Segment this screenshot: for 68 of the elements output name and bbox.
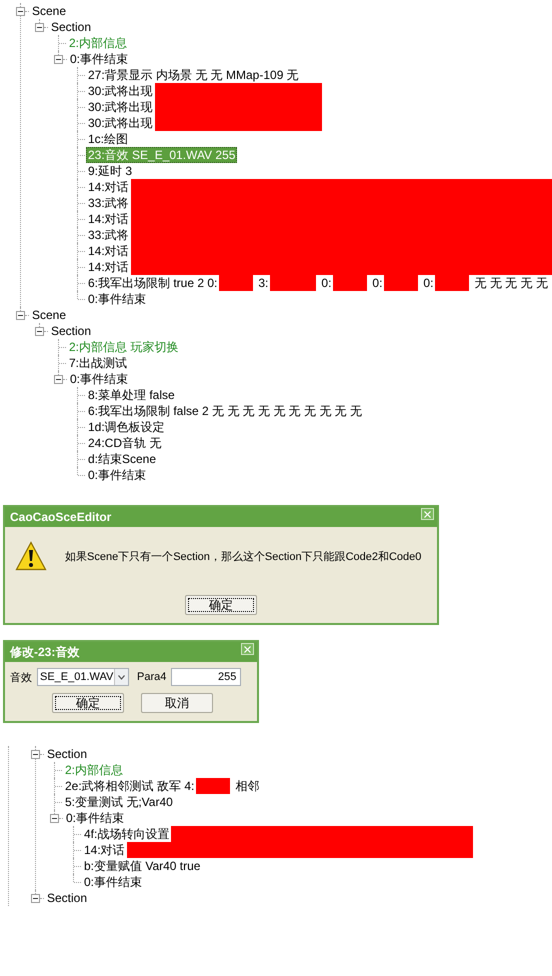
- tree-item[interactable]: 0:事件结束: [68, 51, 130, 67]
- tree-item[interactable]: 6:我军出场限制 true 2 0:: [86, 275, 220, 291]
- tree-item[interactable]: Section: [45, 746, 90, 762]
- dialog-title: 修改-23:音效: [10, 644, 80, 660]
- tree-item[interactable]: 0:: [319, 275, 334, 291]
- tree-item[interactable]: 0:: [421, 275, 436, 291]
- tree-item[interactable]: 24:CD音轨 无: [86, 435, 164, 451]
- dialog-message: 如果Scene下只有一个Section，那么这个Section下只能跟Code2和Code0: [65, 550, 422, 564]
- dropdown-field[interactable]: SE_E_01.WAV: [37, 668, 129, 686]
- input-field[interactable]: 255: [171, 668, 242, 686]
- tree-item[interactable]: 2:内部信息: [63, 762, 126, 778]
- tree-item[interactable]: 2:内部信息 玩家切换: [67, 339, 180, 355]
- tree-item[interactable]: 33:武将: [86, 227, 131, 243]
- tree-item[interactable]: 30:武将出现: [86, 99, 155, 115]
- tree-item[interactable]: 5:变量测试 无;Var40: [63, 794, 175, 810]
- tree-item[interactable]: 9:延时 3: [86, 163, 134, 179]
- tree-item[interactable]: 14:对话: [86, 259, 131, 275]
- tree-item[interactable]: 2e:武将相邻测试 敌军 4:: [63, 778, 196, 794]
- tree-item[interactable]: 33:武将: [86, 195, 131, 211]
- tree-item[interactable]: 0:事件结束: [82, 874, 144, 890]
- tree-item[interactable]: 8:菜单处理 false: [86, 387, 177, 403]
- tree-item[interactable]: 1c:绘图: [86, 131, 130, 147]
- collapse-icon[interactable]: [54, 374, 63, 384]
- tree-item[interactable]: 1d:调色板设定: [86, 419, 167, 435]
- caret-icon: [118, 674, 125, 680]
- dialog-button[interactable]: 确定: [52, 693, 124, 713]
- collapse-icon[interactable]: [35, 326, 44, 336]
- tree-item[interactable]: 3:: [256, 275, 270, 291]
- field-label: 音效: [10, 670, 32, 684]
- tree-item[interactable]: 30:武将出现: [86, 83, 155, 99]
- tree-item[interactable]: 14:对话: [86, 179, 131, 195]
- dialog-title: CaoCaoSceEditor: [10, 510, 112, 524]
- collapse-icon[interactable]: [54, 54, 63, 64]
- dialog-button[interactable]: 取消: [141, 693, 213, 713]
- close-icon: [424, 510, 431, 518]
- collapse-icon[interactable]: [16, 310, 25, 320]
- collapse-icon[interactable]: [50, 814, 59, 822]
- tree-item[interactable]: 2:内部信息: [67, 35, 130, 51]
- warning-icon: [15, 541, 47, 571]
- tree-item[interactable]: d:结束Scene: [86, 451, 158, 467]
- tree-item[interactable]: 0:事件结束: [86, 291, 148, 307]
- tree-item[interactable]: Scene: [30, 3, 68, 19]
- tree-item[interactable]: 相邻: [233, 778, 262, 794]
- close-icon: [244, 646, 251, 652]
- tree-item[interactable]: 0:事件结束: [68, 371, 130, 387]
- collapse-icon[interactable]: [31, 750, 40, 758]
- tree-item[interactable]: Section: [49, 19, 94, 35]
- tree-item[interactable]: 0:: [370, 275, 384, 291]
- tree-item[interactable]: 14:对话: [86, 211, 131, 227]
- tree-item[interactable]: 30:武将出现: [86, 115, 155, 131]
- collapse-icon[interactable]: [31, 894, 40, 902]
- dialog-button[interactable]: 确定: [185, 595, 257, 615]
- tree-item[interactable]: 14:对话: [86, 243, 131, 259]
- tree-item[interactable]: Section: [49, 323, 94, 339]
- tree-item[interactable]: 7:出战测试: [67, 355, 130, 371]
- collapse-icon[interactable]: [16, 6, 25, 16]
- tree-item[interactable]: 0:事件结束: [64, 810, 126, 826]
- tree-item[interactable]: 27:背景显示 内场景 无 无 MMap-109 无: [86, 67, 301, 83]
- tree-item[interactable]: 14:对话: [82, 842, 127, 858]
- tree-item[interactable]: 无 无 无 无 无: [472, 275, 550, 291]
- tree-item[interactable]: 6:我军出场限制 false 2 无 无 无 无 无 无 无 无 无 无: [86, 403, 364, 419]
- tree-item[interactable]: 4f:战场转向设置: [82, 826, 172, 842]
- collapse-icon[interactable]: [35, 22, 44, 32]
- tree-item[interactable]: 0:事件结束: [86, 467, 148, 483]
- field-label: Para4: [137, 671, 166, 683]
- tree-item[interactable]: Section: [45, 890, 90, 906]
- tree-item[interactable]: Scene: [30, 307, 68, 323]
- tree-item[interactable]: b:变量赋值 Var40 true: [82, 858, 202, 874]
